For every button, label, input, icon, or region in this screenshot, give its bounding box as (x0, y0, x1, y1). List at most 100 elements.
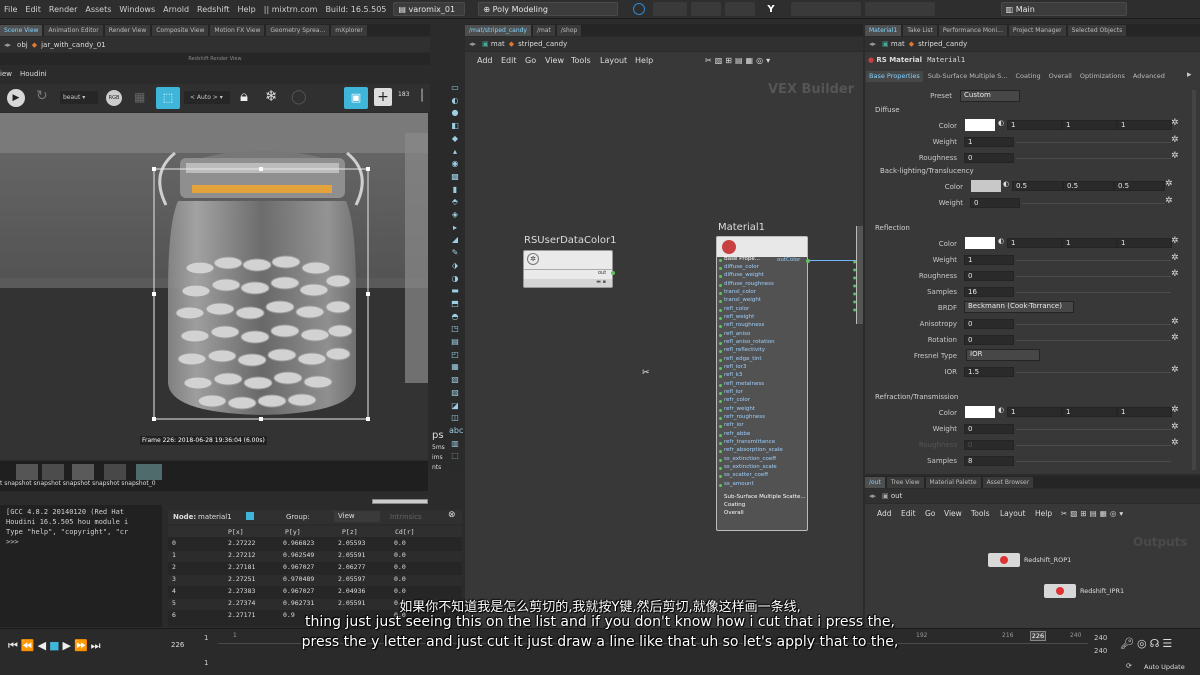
tab-material1[interactable]: Material1 (865, 25, 902, 36)
output-node-partial[interactable] (856, 226, 863, 324)
menu-layout[interactable]: Layout (600, 56, 627, 65)
path-root[interactable]: mat (491, 40, 505, 48)
color-r-field[interactable]: 1 (1007, 238, 1062, 248)
tab-shop[interactable]: /shop (556, 25, 582, 36)
back-arrow-icon[interactable]: ◂▸ (869, 492, 876, 500)
gear-icon[interactable]: ✲ (1165, 196, 1173, 206)
strip-scrollbar[interactable] (372, 499, 428, 504)
gear-icon[interactable]: ✲ (1171, 333, 1179, 343)
subtab-base-properties[interactable]: Base Properties (866, 71, 923, 82)
menu-arnold[interactable]: Arnold (159, 5, 193, 14)
network-tool-icons[interactable]: ✂▨⊞▤▦◎▾ (1061, 509, 1126, 518)
color-g-field[interactable]: 0.5 (1063, 181, 1114, 191)
snapshot-icon[interactable]: ▣ (344, 87, 368, 109)
shelf-slot[interactable] (864, 2, 935, 16)
preset-dropdown[interactable]: Custom (960, 90, 1020, 102)
grid-icon[interactable]: ▦ (134, 90, 145, 104)
brdf-dropdown[interactable]: Beckmann (Cook-Torrance) (964, 301, 1074, 313)
tab-performance-monitor[interactable]: Performance Moni... (938, 25, 1007, 36)
input-port[interactable] (719, 375, 722, 378)
table-row[interactable]: 3 2.27251 0.970489 2.05597 0.0 (168, 575, 462, 586)
refl-weight-field[interactable]: 1 (964, 255, 1014, 265)
input-port[interactable] (719, 442, 722, 445)
input-port[interactable] (719, 434, 722, 437)
snapshot-thumb[interactable] (16, 464, 38, 480)
refresh-icon[interactable]: ↻ (36, 88, 48, 104)
tab-mat[interactable]: /mat (532, 25, 555, 36)
auto-select[interactable]: < Auto > ▾ (184, 91, 230, 104)
tab-tree-view[interactable]: Tree View (886, 477, 924, 488)
tab-selected-objects[interactable]: Selected Objects (1067, 25, 1127, 36)
menu-view[interactable]: iew (0, 70, 12, 78)
diffuse-roughness-field[interactable]: 0 (964, 153, 1014, 163)
input-port[interactable] (719, 467, 722, 470)
expand-icon[interactable]: ▸ (1187, 70, 1192, 80)
lock-icon[interactable]: 🔒︎ (240, 87, 248, 105)
menu-render[interactable]: Render (45, 5, 81, 14)
tab-out[interactable]: /out (865, 477, 885, 488)
port-group-label[interactable]: Overall (724, 510, 744, 516)
menu-help[interactable]: Help (635, 56, 653, 65)
diffuse-weight-field[interactable]: 1 (964, 137, 1014, 147)
input-port[interactable] (719, 317, 722, 320)
menu-help[interactable]: Help (1035, 509, 1052, 518)
subtab-advanced[interactable]: Advanced (1130, 71, 1168, 82)
color-swatch[interactable] (965, 406, 995, 418)
refl-samples-slider[interactable] (1016, 292, 1171, 293)
path-node[interactable]: striped_candy (518, 40, 567, 48)
table-row[interactable]: 0 2.27222 0.966823 2.05593 0.0 (168, 539, 462, 550)
input-port[interactable] (719, 459, 722, 462)
ior-slider[interactable] (1016, 372, 1171, 373)
input-port[interactable] (719, 259, 722, 262)
add-snapshot-icon[interactable]: + (374, 88, 392, 106)
param-scrollbar[interactable] (1192, 90, 1196, 470)
input-port[interactable] (719, 409, 722, 412)
menu-go[interactable]: Go (525, 56, 536, 65)
color-swatch[interactable] (965, 237, 995, 249)
gear-icon[interactable]: ✲ (1171, 405, 1179, 415)
start-frame-2[interactable]: 1 (204, 659, 208, 667)
network-tool-icons[interactable]: ✂▨⊞▤▦◎▾ (705, 56, 773, 65)
menu-tools[interactable]: Tools (571, 56, 591, 65)
aov-select[interactable]: beaut ▾ (60, 91, 98, 104)
shelf-slot[interactable] (691, 2, 722, 16)
gear-icon[interactable]: ✲ (1171, 269, 1179, 279)
path-node[interactable]: striped_candy (918, 40, 967, 48)
tab-composite-view[interactable]: Composite View (152, 25, 209, 36)
gear-icon[interactable]: ✲ (1171, 135, 1179, 145)
play-render-icon[interactable]: ▶ (7, 89, 25, 107)
color-b-field[interactable]: 1 (1117, 407, 1172, 417)
shelf-slot[interactable] (653, 2, 688, 16)
main-desktop-selector[interactable]: ▥ Main (1000, 2, 1127, 16)
back-arrow-icon[interactable]: ◂▸ (4, 41, 11, 49)
input-port[interactable] (719, 275, 722, 278)
refl-weight-slider[interactable] (1016, 260, 1171, 261)
menu-assets[interactable]: Assets (81, 5, 115, 14)
input-port[interactable] (719, 359, 722, 362)
node-name-field[interactable]: Material1 (927, 56, 965, 64)
refr-weight-slider[interactable] (1016, 429, 1171, 430)
options-icon[interactable]: ⊗ (448, 510, 456, 520)
input-port[interactable] (719, 334, 722, 337)
refl-roughness-slider[interactable] (1016, 276, 1171, 277)
refl-roughness-field[interactable]: 0 (964, 271, 1014, 281)
anisotropy-slider[interactable] (1016, 324, 1171, 325)
port-group-label[interactable]: Sub-Surface Multiple Scatte... (724, 494, 806, 500)
menu-layout[interactable]: Layout (1000, 509, 1026, 518)
menu-view[interactable]: View (545, 56, 564, 65)
refr-samples-slider[interactable] (1016, 461, 1171, 462)
snapshot-thumb[interactable] (42, 464, 64, 480)
tab-motion-fx-view[interactable]: Motion FX View (210, 25, 265, 36)
color-g-field[interactable]: 1 (1062, 120, 1117, 130)
input-port[interactable] (719, 400, 722, 403)
input-port[interactable] (719, 475, 722, 478)
diffuse-roughness-slider[interactable] (1016, 158, 1171, 159)
snapshot-thumb[interactable] (136, 464, 162, 480)
view-select[interactable]: View (334, 511, 380, 522)
port-group-label[interactable]: Coating (724, 502, 745, 508)
refr-roughness-field[interactable]: 0 (964, 440, 1014, 450)
color-g-field[interactable]: 1 (1062, 238, 1117, 248)
menu-tools[interactable]: Tools (971, 509, 989, 518)
redshift-rop-node[interactable] (988, 553, 1020, 567)
path-root[interactable]: mat (891, 40, 905, 48)
